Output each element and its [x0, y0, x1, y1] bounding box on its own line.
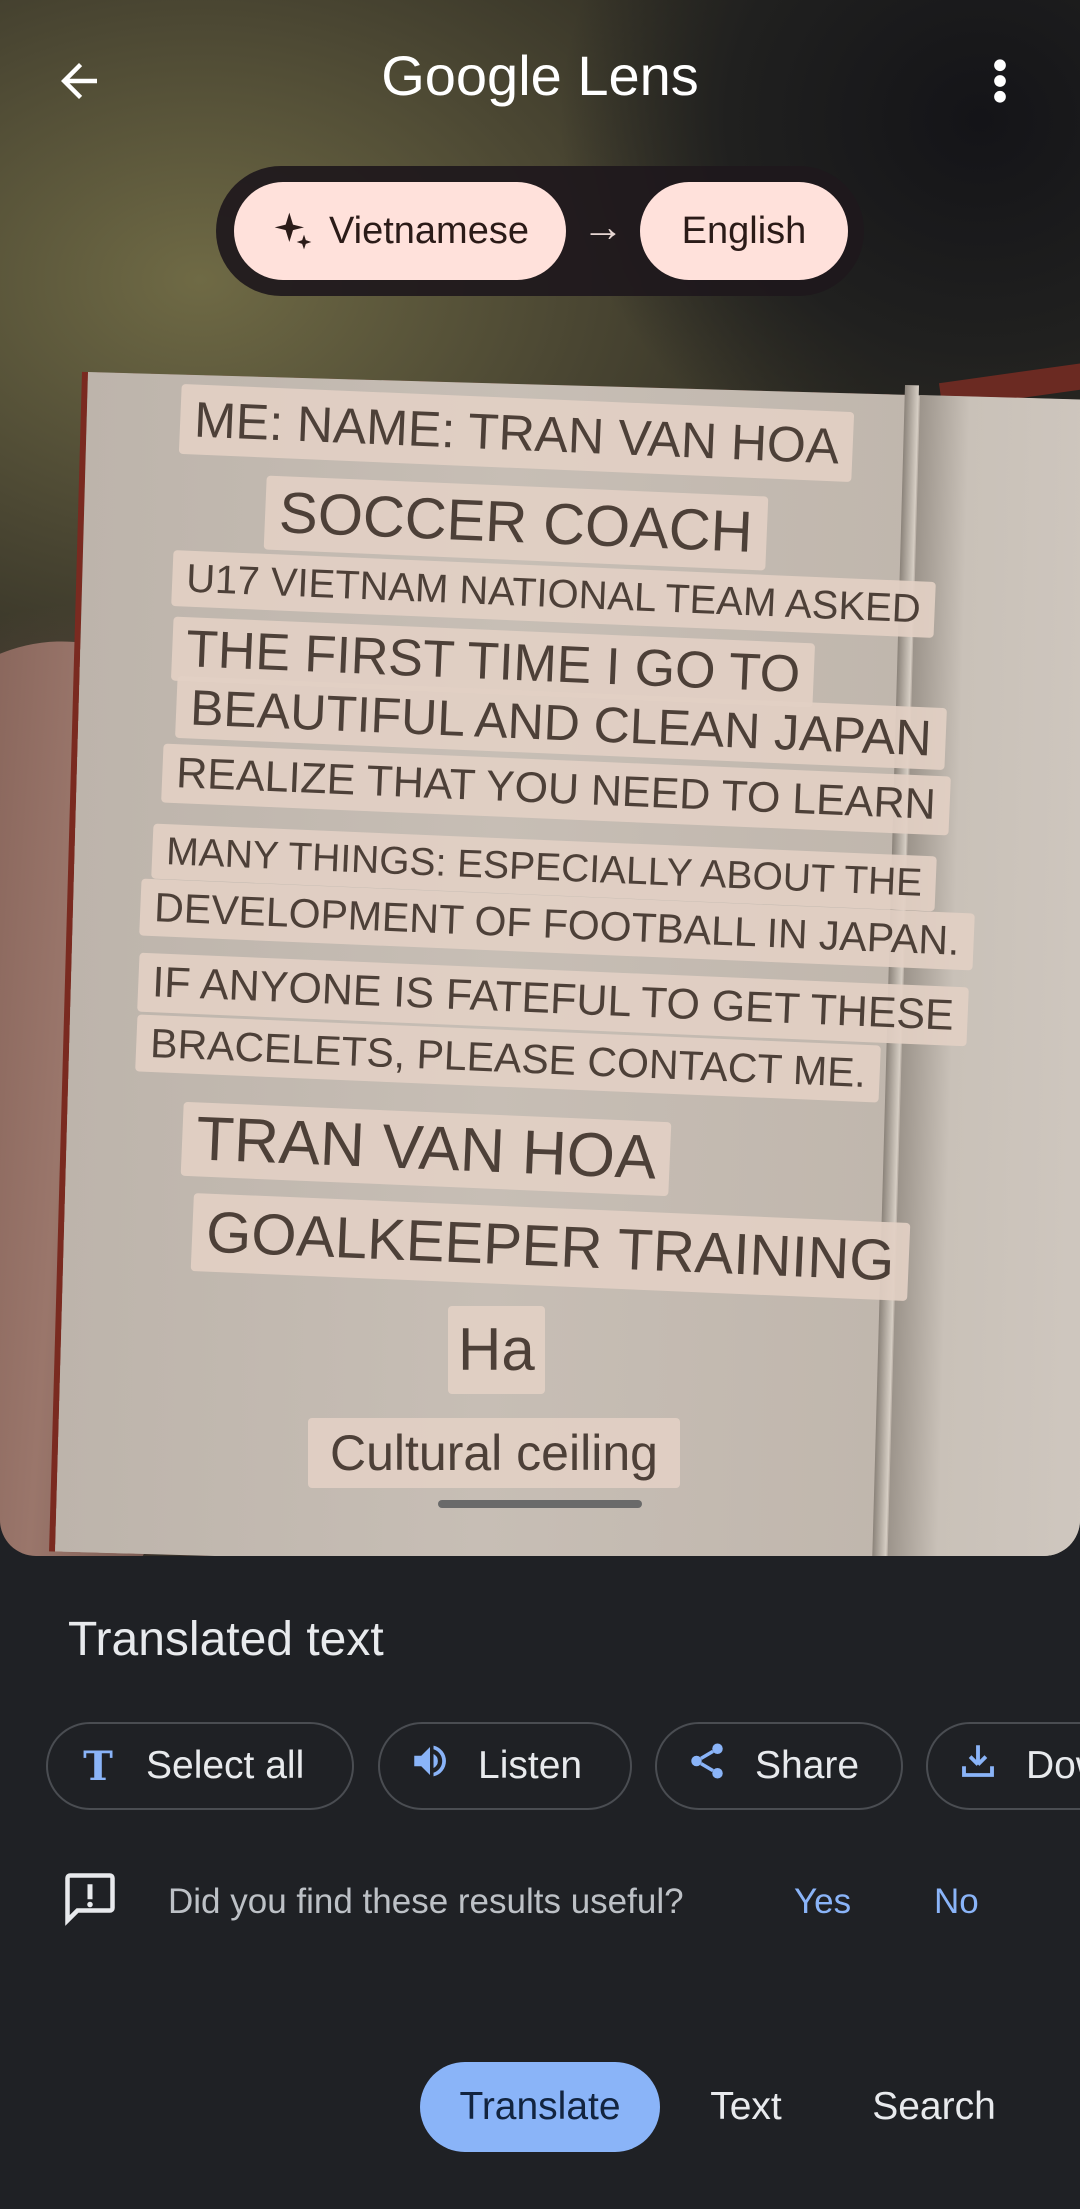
target-language-label: English [681, 209, 807, 252]
text-select-icon: T [83, 1742, 113, 1790]
overlay-line[interactable]: Ha [448, 1306, 545, 1394]
overlay-line[interactable]: Cultural ceiling [308, 1418, 680, 1488]
target-language-chip[interactable]: English [640, 182, 848, 280]
feedback-no-button[interactable]: No [934, 1882, 979, 1922]
share-label: Share [755, 1744, 860, 1787]
download-icon [956, 1740, 1000, 1792]
sparkle-icon [274, 212, 312, 250]
book-page-right [887, 395, 1080, 1556]
download-button[interactable]: Dow [926, 1722, 1080, 1810]
tab-text[interactable]: Text [690, 2062, 802, 2152]
title-brand: Google [381, 44, 562, 107]
language-arrow: → [582, 203, 624, 250]
listen-label: Listen [478, 1744, 583, 1787]
source-language-chip[interactable]: Vietnamese [234, 182, 566, 280]
panel-heading: Translated text [68, 1613, 384, 1666]
feedback-question: Did you find these results useful? [168, 1882, 684, 1921]
page-title: Google Lens [0, 48, 1080, 104]
download-label: Dow [1026, 1744, 1080, 1787]
more-vert-icon [994, 59, 1006, 103]
select-all-button[interactable]: T Select all [46, 1722, 354, 1810]
share-button[interactable]: Share [655, 1722, 903, 1810]
listen-button[interactable]: Listen [378, 1722, 632, 1810]
more-options-button[interactable] [982, 54, 1018, 117]
share-icon [685, 1740, 729, 1792]
select-all-label: Select all [146, 1744, 305, 1787]
tab-translate[interactable]: Translate [420, 2062, 660, 2152]
source-language-label: Vietnamese [329, 209, 529, 252]
drag-handle[interactable] [438, 1500, 642, 1508]
title-product: Lens [577, 44, 699, 107]
tab-search[interactable]: Search [852, 2062, 1016, 2152]
speaker-icon [408, 1740, 452, 1792]
feedback-yes-button[interactable]: Yes [794, 1882, 851, 1922]
feedback-icon [60, 1868, 120, 1933]
